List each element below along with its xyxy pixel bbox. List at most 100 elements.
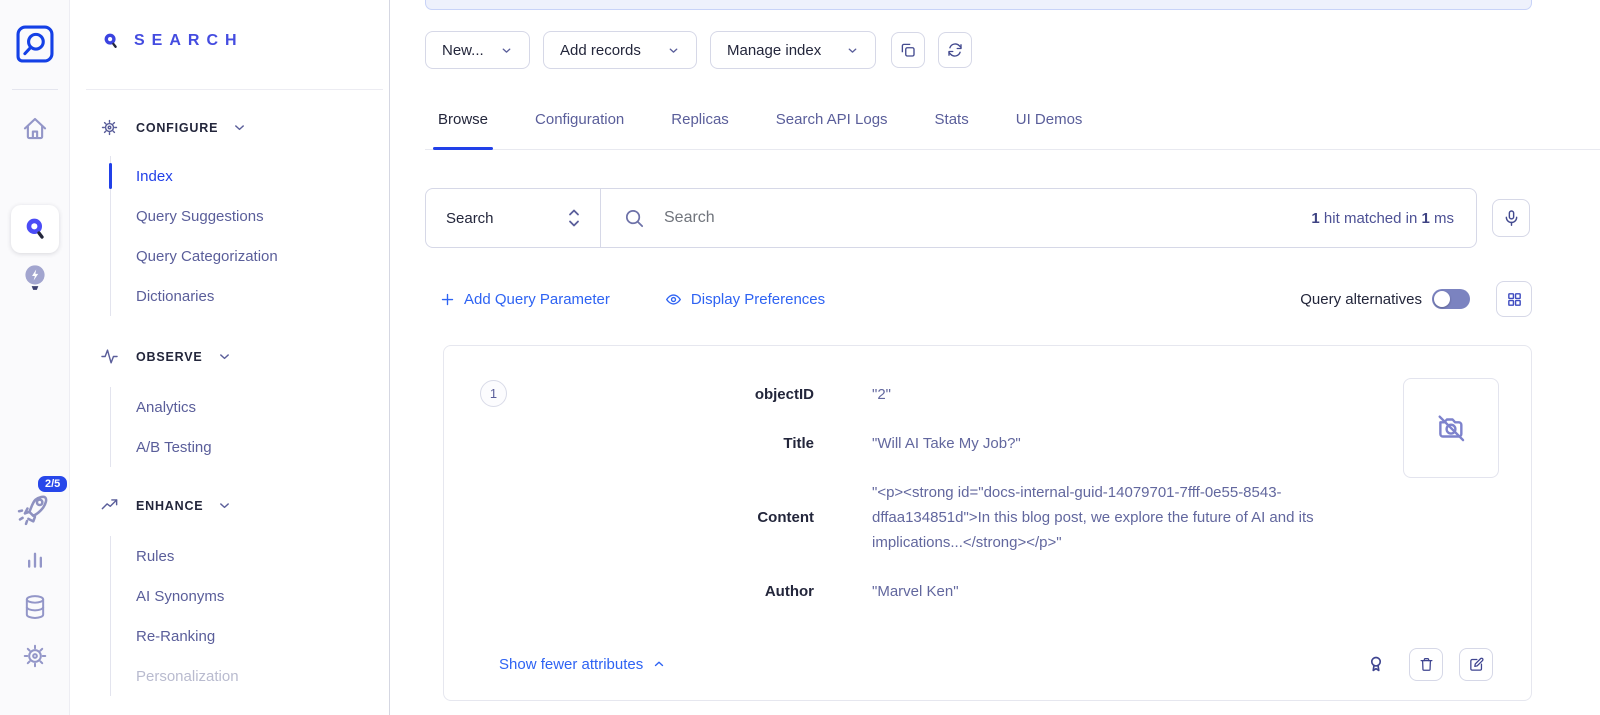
settings-gear-icon[interactable]	[0, 642, 70, 670]
attribute-label: objectID	[474, 386, 814, 403]
query-controls-row: Add Query Parameter Display Preferences …	[425, 283, 1532, 315]
search-magnifier-icon	[100, 30, 122, 52]
query-alternatives-toggle[interactable]	[1432, 289, 1470, 309]
attribute-label: Author	[474, 583, 814, 600]
chevron-down-icon	[217, 349, 232, 364]
index-selector-bar-partial[interactable]	[425, 0, 1532, 10]
home-icon[interactable]	[0, 114, 70, 144]
layout-grid-icon[interactable]	[1496, 281, 1532, 317]
manage-index-dropdown-button[interactable]: Manage index	[710, 31, 876, 69]
sidebar-item-analytics[interactable]: Analytics	[111, 387, 212, 427]
search-sidebar: SEARCH CONFIGURE Index Query Suggestions…	[70, 0, 390, 715]
new-dropdown-button[interactable]: New...	[425, 31, 530, 69]
search-input[interactable]	[664, 209, 1293, 227]
attribute-label: Title	[474, 435, 814, 452]
chevron-down-icon	[667, 44, 680, 57]
sidebar-item-personalization[interactable]: Personalization	[111, 656, 239, 696]
global-nav-rail: 2/5	[0, 0, 70, 715]
sidebar-item-index[interactable]: Index	[111, 156, 278, 196]
observe-items: Analytics A/B Testing	[110, 387, 212, 467]
camera-off-icon	[1434, 411, 1468, 445]
tab-stats[interactable]: Stats	[930, 103, 974, 149]
record-attributes: objectID "2" Title "Will AI Take My Job?…	[474, 382, 1396, 628]
database-icon[interactable]	[0, 592, 70, 622]
usage-badge: 2/5	[36, 474, 69, 494]
add-query-parameter-link[interactable]: Add Query Parameter	[440, 291, 610, 308]
upgrade-rocket-icon[interactable]: 2/5	[14, 490, 56, 532]
toggle-knob	[1434, 291, 1450, 307]
ranking-info-icon[interactable]	[1365, 652, 1387, 676]
query-alternatives-label: Query alternatives	[1300, 291, 1422, 308]
plus-icon	[440, 292, 455, 307]
tab-ui-demos[interactable]: UI Demos	[1011, 103, 1088, 149]
trending-up-icon	[100, 496, 119, 515]
search-input-wrap: 1 hit matched in 1 ms	[601, 189, 1476, 247]
index-tabs: Browse Configuration Replicas Search API…	[425, 103, 1600, 150]
sidebar-item-ab-testing[interactable]: A/B Testing	[111, 427, 212, 467]
configure-items: Index Query Suggestions Query Categoriza…	[110, 156, 278, 316]
attribute-value: "2"	[872, 382, 1396, 407]
display-preferences-link[interactable]: Display Preferences	[665, 291, 825, 308]
tab-search-api-logs[interactable]: Search API Logs	[771, 103, 893, 149]
edit-record-icon[interactable]	[1459, 648, 1493, 681]
algolia-dashboard: 2/5	[0, 0, 1600, 715]
record-card-footer: Show fewer attributes	[499, 644, 1493, 684]
sidebar-item-dictionaries[interactable]: Dictionaries	[111, 276, 278, 316]
microphone-icon[interactable]	[1492, 199, 1530, 237]
attribute-row: Content "<p><strong id="docs-internal-gu…	[474, 480, 1396, 555]
refresh-icon[interactable]	[938, 32, 972, 68]
product-title: SEARCH	[134, 32, 244, 50]
divider	[12, 89, 58, 90]
sidebar-item-rules[interactable]: Rules	[111, 536, 239, 576]
delete-record-icon[interactable]	[1409, 648, 1443, 681]
chevron-down-icon	[217, 498, 232, 513]
attribute-row: Title "Will AI Take My Job?"	[474, 431, 1396, 456]
chevron-down-icon	[846, 44, 859, 57]
search-product-icon[interactable]	[11, 205, 59, 253]
tab-configuration[interactable]: Configuration	[530, 103, 629, 149]
section-label: ENHANCE	[136, 499, 203, 513]
sidebar-item-query-suggestions[interactable]: Query Suggestions	[111, 196, 278, 236]
attribute-row: Author "Marvel Ken"	[474, 579, 1396, 604]
hits-status: 1 hit matched in 1 ms	[1311, 210, 1454, 227]
sidebar-item-query-categorization[interactable]: Query Categorization	[111, 236, 278, 276]
chevron-up-icon	[652, 657, 666, 671]
search-box: Search 1 hit matched in 1 ms	[425, 188, 1477, 248]
search-icon	[623, 207, 646, 230]
enhance-items: Rules AI Synonyms Re-Ranking Personaliza…	[110, 536, 239, 696]
chevron-down-icon	[232, 120, 247, 135]
attribute-value: "Marvel Ken"	[872, 579, 1396, 604]
tab-replicas[interactable]: Replicas	[666, 103, 734, 149]
section-label: OBSERVE	[136, 350, 203, 364]
search-row: Search 1 hit matched in 1 ms	[425, 188, 1530, 248]
copy-icon[interactable]	[891, 32, 925, 68]
attribute-value: "Will AI Take My Job?"	[872, 431, 1396, 456]
tab-browse[interactable]: Browse	[433, 103, 493, 149]
recommend-bulb-icon[interactable]	[0, 262, 70, 294]
sidebar-item-re-ranking[interactable]: Re-Ranking	[111, 616, 239, 656]
product-header: SEARCH	[100, 30, 244, 52]
attribute-row: objectID "2"	[474, 382, 1396, 407]
analytics-bars-icon[interactable]	[0, 545, 70, 573]
sidebar-item-ai-synonyms[interactable]: AI Synonyms	[111, 576, 239, 616]
attribute-label: Content	[474, 509, 814, 526]
section-enhance[interactable]: ENHANCE	[100, 496, 232, 515]
index-toolbar: New... Add records Manage index	[425, 31, 972, 69]
pulse-icon	[100, 347, 119, 366]
section-label: CONFIGURE	[136, 121, 218, 135]
sort-chevrons-icon	[566, 207, 582, 229]
record-image-placeholder	[1403, 378, 1499, 478]
add-records-dropdown-button[interactable]: Add records	[543, 31, 697, 69]
algolia-logo[interactable]	[13, 22, 57, 66]
attribute-value: "<p><strong id="docs-internal-guid-14079…	[872, 480, 1396, 555]
chevron-down-icon	[500, 44, 513, 57]
show-fewer-attributes-link[interactable]: Show fewer attributes	[499, 656, 666, 673]
divider	[86, 89, 383, 90]
section-observe[interactable]: OBSERVE	[100, 347, 232, 366]
search-mode-select[interactable]: Search	[426, 189, 601, 247]
index-main-panel: New... Add records Manage index	[390, 0, 1600, 715]
record-card: 1 objectID "2" Title "Will AI Take My Jo…	[443, 345, 1532, 701]
search-mode-label: Search	[446, 210, 494, 227]
eye-icon	[665, 291, 682, 308]
section-configure[interactable]: CONFIGURE	[100, 118, 247, 137]
